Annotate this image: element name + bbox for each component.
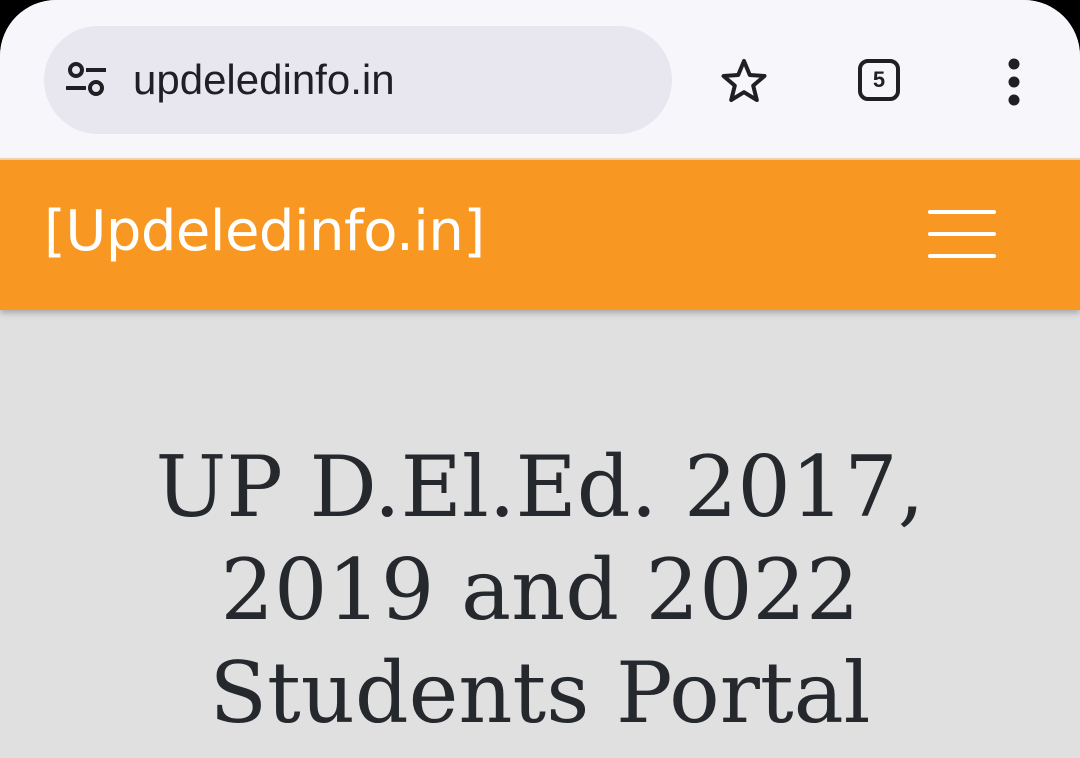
page-title-line: UP D.El.Ed. 2017,: [155, 438, 925, 536]
star-outline-icon[interactable]: [718, 56, 770, 108]
tab-switcher-button[interactable]: 5: [856, 56, 908, 108]
page-title: UP D.El.Ed. 2017, 2019 and 2022 Students…: [140, 436, 940, 745]
more-vert-icon[interactable]: [994, 56, 1034, 108]
page-title-line: 2019 and 2022: [220, 541, 860, 639]
tune-icon[interactable]: [64, 62, 108, 98]
hamburger-menu-icon[interactable]: [928, 208, 996, 260]
phone-screen: updeledinfo.in 5 [Updeledinfo.in] UP D.E…: [0, 0, 1080, 758]
site-header: [Updeledinfo.in]: [0, 160, 1080, 310]
site-logo[interactable]: [Updeledinfo.in]: [44, 196, 485, 268]
tab-count: 5: [872, 67, 886, 92]
page-title-line: Students Portal: [209, 644, 871, 742]
url-text[interactable]: updeledinfo.in: [133, 52, 395, 108]
browser-toolbar: updeledinfo.in 5: [0, 0, 1080, 160]
